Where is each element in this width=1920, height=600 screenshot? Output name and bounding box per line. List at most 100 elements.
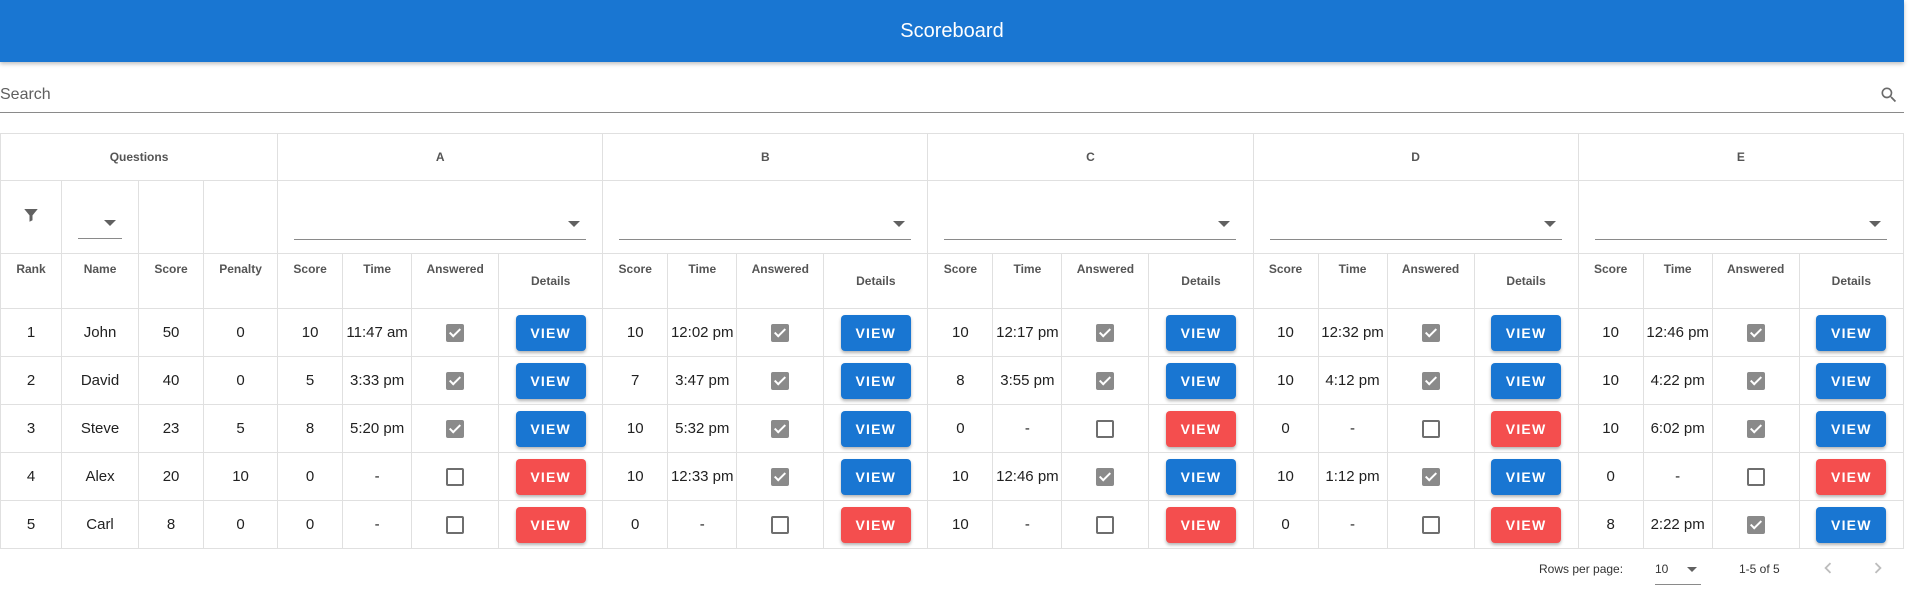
question-answered-cell xyxy=(1386,308,1475,357)
answered-checkbox[interactable] xyxy=(1421,516,1440,535)
chevron-right-icon[interactable] xyxy=(1866,556,1890,580)
answered-checkbox[interactable] xyxy=(771,516,790,535)
question-answered-header: Answered xyxy=(1061,253,1150,309)
question-answered-cell xyxy=(411,356,500,405)
answered-checkbox[interactable] xyxy=(1746,372,1765,391)
question-filter-select-b[interactable] xyxy=(619,209,912,240)
answered-checkbox[interactable] xyxy=(1746,420,1765,439)
answered-checkbox[interactable] xyxy=(1096,420,1115,439)
question-answered-cell xyxy=(411,500,500,549)
pagination-range: 1-5 of 5 xyxy=(1739,562,1780,576)
answered-checkbox[interactable] xyxy=(771,372,790,391)
answered-checkbox[interactable] xyxy=(446,324,465,343)
view-button[interactable]: VIEW xyxy=(1491,314,1562,351)
question-answered-cell xyxy=(1711,308,1800,357)
question-details-cell: VIEW xyxy=(823,500,929,549)
answered-checkbox[interactable] xyxy=(446,420,465,439)
answered-checkbox[interactable] xyxy=(1096,324,1115,343)
question-answered-cell xyxy=(736,452,825,501)
answered-checkbox[interactable] xyxy=(446,468,465,487)
name-header: Name xyxy=(61,253,140,309)
view-button[interactable]: VIEW xyxy=(1165,314,1236,351)
view-button[interactable]: VIEW xyxy=(840,506,911,543)
question-details-cell: VIEW xyxy=(1798,404,1905,453)
answered-checkbox[interactable] xyxy=(1746,324,1765,343)
chevron-left-icon[interactable] xyxy=(1816,556,1840,580)
question-time-cell: - xyxy=(342,452,413,501)
view-button[interactable]: VIEW xyxy=(1816,458,1887,495)
question-group-row: Questions A B C D E xyxy=(0,133,1905,181)
question-score-cell: 10 xyxy=(602,404,669,453)
answered-checkbox[interactable] xyxy=(1746,516,1765,535)
question-answered-cell xyxy=(1061,404,1150,453)
answered-checkbox[interactable] xyxy=(1421,372,1440,391)
question-details-cell: VIEW xyxy=(1148,404,1254,453)
answered-checkbox[interactable] xyxy=(1421,468,1440,487)
arrow-drop-down-icon xyxy=(1868,220,1881,227)
view-button[interactable]: VIEW xyxy=(1165,506,1236,543)
view-button[interactable]: VIEW xyxy=(515,314,586,351)
question-details-cell: VIEW xyxy=(1473,308,1579,357)
question-answered-cell xyxy=(1386,404,1475,453)
rows-per-page-value: 10 xyxy=(1655,562,1669,576)
question-details-header: Details xyxy=(1798,253,1905,309)
answered-checkbox[interactable] xyxy=(1096,516,1115,535)
penalty-filter-cell xyxy=(203,180,279,254)
view-button[interactable]: VIEW xyxy=(515,506,586,543)
question-score-cell: 0 xyxy=(602,500,669,549)
question-score-cell: 10 xyxy=(927,308,994,357)
filter-icon[interactable] xyxy=(0,180,63,254)
answered-checkbox[interactable] xyxy=(1421,324,1440,343)
question-score-cell: 10 xyxy=(927,500,994,549)
view-button[interactable]: VIEW xyxy=(1491,362,1562,399)
question-details-cell: VIEW xyxy=(498,404,604,453)
answered-checkbox[interactable] xyxy=(771,420,790,439)
question-filter-select-a[interactable] xyxy=(294,209,587,240)
search-input[interactable] xyxy=(0,80,1876,110)
question-time-header: Time xyxy=(342,253,413,309)
view-button[interactable]: VIEW xyxy=(1816,314,1887,351)
question-time-cell: - xyxy=(1642,452,1713,501)
view-button[interactable]: VIEW xyxy=(1491,506,1562,543)
answered-checkbox[interactable] xyxy=(771,324,790,343)
view-button[interactable]: VIEW xyxy=(840,362,911,399)
filter-row xyxy=(0,180,1905,254)
question-filter-select-c[interactable] xyxy=(944,209,1237,240)
view-button[interactable]: VIEW xyxy=(1491,458,1562,495)
view-button[interactable]: VIEW xyxy=(1165,362,1236,399)
question-answered-cell xyxy=(736,356,825,405)
view-button[interactable]: VIEW xyxy=(1816,506,1887,543)
question-details-cell: VIEW xyxy=(1473,404,1579,453)
column-header-row: Rank Name Score Penalty Score Time Answered Det… xyxy=(0,253,1905,309)
answered-checkbox[interactable] xyxy=(446,372,465,391)
view-button[interactable]: VIEW xyxy=(515,458,586,495)
question-time-cell: - xyxy=(1317,500,1388,549)
view-button[interactable]: VIEW xyxy=(1816,410,1887,447)
search-icon[interactable] xyxy=(1876,82,1902,108)
view-button[interactable]: VIEW xyxy=(840,410,911,447)
view-button[interactable]: VIEW xyxy=(1816,362,1887,399)
view-button[interactable]: VIEW xyxy=(1491,410,1562,447)
view-button[interactable]: VIEW xyxy=(515,362,586,399)
question-score-cell: 8 xyxy=(927,356,994,405)
answered-checkbox[interactable] xyxy=(1421,420,1440,439)
name-filter-select[interactable] xyxy=(78,208,123,239)
view-button[interactable]: VIEW xyxy=(1165,458,1236,495)
question-details-cell: VIEW xyxy=(823,308,929,357)
answered-checkbox[interactable] xyxy=(446,516,465,535)
view-button[interactable]: VIEW xyxy=(515,410,586,447)
answered-checkbox[interactable] xyxy=(1096,468,1115,487)
view-button[interactable]: VIEW xyxy=(840,314,911,351)
view-button[interactable]: VIEW xyxy=(1165,410,1236,447)
answered-checkbox[interactable] xyxy=(1746,468,1765,487)
question-filter-select-d[interactable] xyxy=(1269,209,1562,240)
question-details-cell: VIEW xyxy=(498,452,604,501)
question-filter-select-e[interactable] xyxy=(1594,209,1887,240)
question-score-cell: 10 xyxy=(1577,308,1644,357)
question-time-cell: 12:02 pm xyxy=(667,308,738,357)
view-button[interactable]: VIEW xyxy=(840,458,911,495)
answered-checkbox[interactable] xyxy=(771,468,790,487)
rows-per-page-select[interactable]: 10 xyxy=(1655,552,1701,585)
question-score-cell: 8 xyxy=(1577,500,1644,549)
answered-checkbox[interactable] xyxy=(1096,372,1115,391)
